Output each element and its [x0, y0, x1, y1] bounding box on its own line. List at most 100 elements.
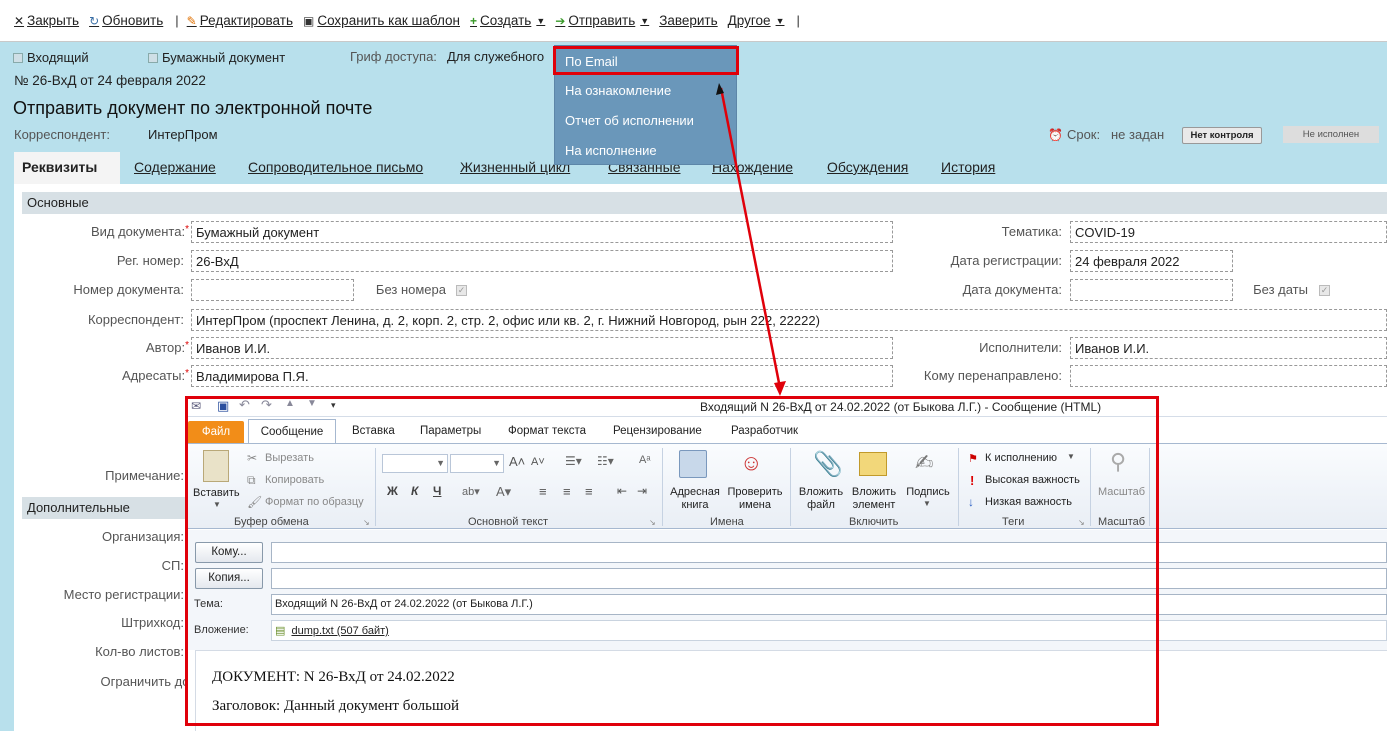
signature-icon[interactable]: ✍ — [915, 450, 933, 476]
basic-text-group-label: Основной текст — [468, 516, 548, 528]
correspondent-field[interactable]: ИнтерПром (проспект Ленина, д. 2, корп. … — [191, 309, 1387, 331]
edit-button[interactable]: ✎ Редактировать — [187, 13, 293, 28]
ribbon-tab-message[interactable]: Сообщение — [248, 419, 336, 444]
executors-field[interactable]: Иванов И.И. — [1070, 337, 1387, 359]
customize-toolbar-icon[interactable]: ▾ — [331, 400, 336, 411]
check-names-icon[interactable]: ☺ — [740, 450, 762, 476]
send-button[interactable]: ➔ Отправить ▼ — [555, 13, 649, 28]
paste-icon[interactable] — [203, 450, 229, 482]
high-importance-button[interactable]: Высокая важность — [985, 474, 1080, 486]
check-names-label-2[interactable]: имена — [725, 499, 785, 511]
tab-discussions[interactable]: Обсуждения — [827, 159, 908, 175]
font-color-icon[interactable]: A▾ — [496, 484, 511, 500]
save-icon[interactable]: ▣ — [217, 398, 229, 414]
address-book-icon[interactable] — [679, 450, 707, 478]
refresh-button[interactable]: ↻ Обновить — [89, 13, 163, 28]
address-book-label-2[interactable]: книга — [670, 499, 720, 511]
message-body[interactable]: ДОКУМЕНТ: N 26-ВхД от 24.02.2022 Заголов… — [195, 650, 1387, 731]
to-button[interactable]: Кому... — [195, 542, 263, 563]
align-center-icon[interactable]: ≡ — [563, 484, 571, 499]
cut-button[interactable]: Вырезать — [265, 452, 314, 464]
outlook-app-icon: ✉ — [191, 399, 202, 413]
addressees-field[interactable]: Владимирова П.Я. — [191, 365, 893, 387]
undo-icon[interactable]: ↶ — [239, 397, 250, 413]
tab-cover-letter[interactable]: Сопроводительное письмо — [248, 159, 423, 175]
redo-icon[interactable]: ↷ — [261, 397, 272, 413]
numbered-list-icon[interactable]: ☷▾ — [597, 454, 614, 468]
attach-item-label-2[interactable]: элемент — [847, 499, 901, 511]
font-family-combo[interactable]: ▼ — [382, 454, 448, 473]
address-book-label-1[interactable]: Адресная — [670, 486, 720, 498]
signature-button[interactable]: Подпись — [901, 486, 955, 498]
dialog-launcher-icon[interactable]: ↘ — [1078, 518, 1085, 527]
other-button[interactable]: Другое ▼ — [728, 13, 785, 28]
bold-icon[interactable]: Ж — [387, 484, 398, 498]
menu-item-for-review[interactable]: На ознакомление — [565, 83, 671, 98]
dialog-launcher-icon[interactable]: ↘ — [363, 518, 370, 527]
no-date-checkbox[interactable]: ✓ — [1319, 285, 1330, 296]
paperclip-icon[interactable]: 📎 — [813, 450, 843, 479]
italic-icon[interactable]: К — [411, 484, 418, 498]
envelope-icon[interactable] — [859, 452, 887, 476]
tab-requisites[interactable]: Реквизиты — [14, 152, 120, 184]
tab-history[interactable]: История — [941, 159, 995, 175]
increase-indent-icon[interactable]: ⇥ — [637, 484, 647, 498]
dialog-launcher-icon[interactable]: ↘ — [649, 518, 656, 527]
ribbon-tab-format-text[interactable]: Формат текста — [508, 425, 586, 437]
underline-icon[interactable]: Ч — [433, 484, 441, 498]
ribbon-tab-review[interactable]: Рецензирование — [613, 425, 702, 437]
copy-button[interactable]: Копировать — [265, 474, 324, 486]
highlight-color-icon[interactable]: ab▾ — [462, 485, 480, 498]
attach-file-label-1[interactable]: Вложить — [795, 486, 847, 498]
format-painter-button[interactable]: Формат по образцу — [265, 496, 364, 508]
correspondent-field-label: Корреспондент: — [87, 312, 184, 327]
menu-item-execution-report[interactable]: Отчет об исполнении — [565, 113, 694, 128]
include-group-label: Включить — [849, 516, 899, 528]
attach-item-label-1[interactable]: Вложить — [847, 486, 901, 498]
certify-button[interactable]: Заверить — [659, 13, 717, 28]
close-button[interactable]: ✕ Закрыть — [14, 13, 79, 28]
attach-file-label-2[interactable]: файл — [795, 499, 847, 511]
arrow-up-icon[interactable]: ▲ — [285, 398, 295, 409]
ribbon-tab-developer[interactable]: Разработчик — [731, 425, 798, 437]
follow-up-button[interactable]: К исполнению — [985, 452, 1057, 464]
doc-date-field[interactable] — [1070, 279, 1233, 301]
cc-field[interactable] — [271, 568, 1387, 589]
low-importance-button[interactable]: Низкая важность — [985, 496, 1072, 508]
no-number-checkbox[interactable]: ✓ — [456, 285, 467, 296]
check-names-label-1[interactable]: Проверить — [725, 486, 785, 498]
subject-field[interactable]: Входящий N 26-ВхД от 24.02.2022 (от Быко… — [271, 594, 1387, 615]
bullet-list-icon[interactable]: ☰▾ — [565, 454, 582, 468]
decrease-indent-icon[interactable]: ⇤ — [617, 484, 627, 498]
save-template-button[interactable]: ▣ Сохранить как шаблон — [303, 13, 460, 28]
reg-date-field[interactable]: 24 февраля 2022 — [1070, 250, 1233, 272]
grow-font-icon[interactable]: A˄ — [509, 454, 525, 469]
attachment-link[interactable]: dump.txt (507 байт) — [291, 625, 388, 637]
ribbon-tab-file[interactable]: Файл — [188, 421, 244, 443]
align-left-icon[interactable]: ≡ — [539, 484, 547, 499]
create-button[interactable]: + Создать ▼ — [470, 13, 545, 28]
zoom-button[interactable]: Масштаб — [1098, 486, 1145, 498]
menu-item-for-execution[interactable]: На исполнение — [565, 143, 657, 158]
doc-type-field[interactable]: Бумажный документ — [191, 221, 893, 243]
author-field[interactable]: Иванов И.И. — [191, 337, 893, 359]
align-right-icon[interactable]: ≡ — [585, 484, 593, 499]
ribbon-tab-options[interactable]: Параметры — [420, 425, 481, 437]
ribbon-tab-insert[interactable]: Вставка — [352, 425, 395, 437]
body-line-document: ДОКУМЕНТ: N 26-ВхД от 24.02.2022 — [212, 669, 455, 685]
shrink-font-icon[interactable]: A˅ — [531, 456, 545, 468]
paste-button[interactable]: Вставить — [193, 487, 240, 499]
tab-content[interactable]: Содержание — [134, 159, 216, 175]
doc-number-field[interactable] — [191, 279, 354, 301]
magnifier-icon[interactable]: ⚲ — [1110, 449, 1126, 475]
message-header-fields: Кому... Копия... Тема: Входящий N 26-ВхД… — [185, 530, 1387, 650]
font-size-combo[interactable]: ▼ — [450, 454, 504, 473]
to-field[interactable] — [271, 542, 1387, 563]
redirected-field[interactable] — [1070, 365, 1387, 387]
reg-number-field[interactable]: 26-ВхД — [191, 250, 893, 272]
arrow-down-icon[interactable]: ▼ — [307, 398, 317, 409]
theme-field[interactable]: COVID-19 — [1070, 221, 1387, 243]
no-control-button[interactable]: Нет контроля — [1182, 127, 1262, 144]
clear-formatting-icon[interactable]: Aᵃ — [639, 454, 650, 466]
cc-button[interactable]: Копия... — [195, 568, 263, 589]
